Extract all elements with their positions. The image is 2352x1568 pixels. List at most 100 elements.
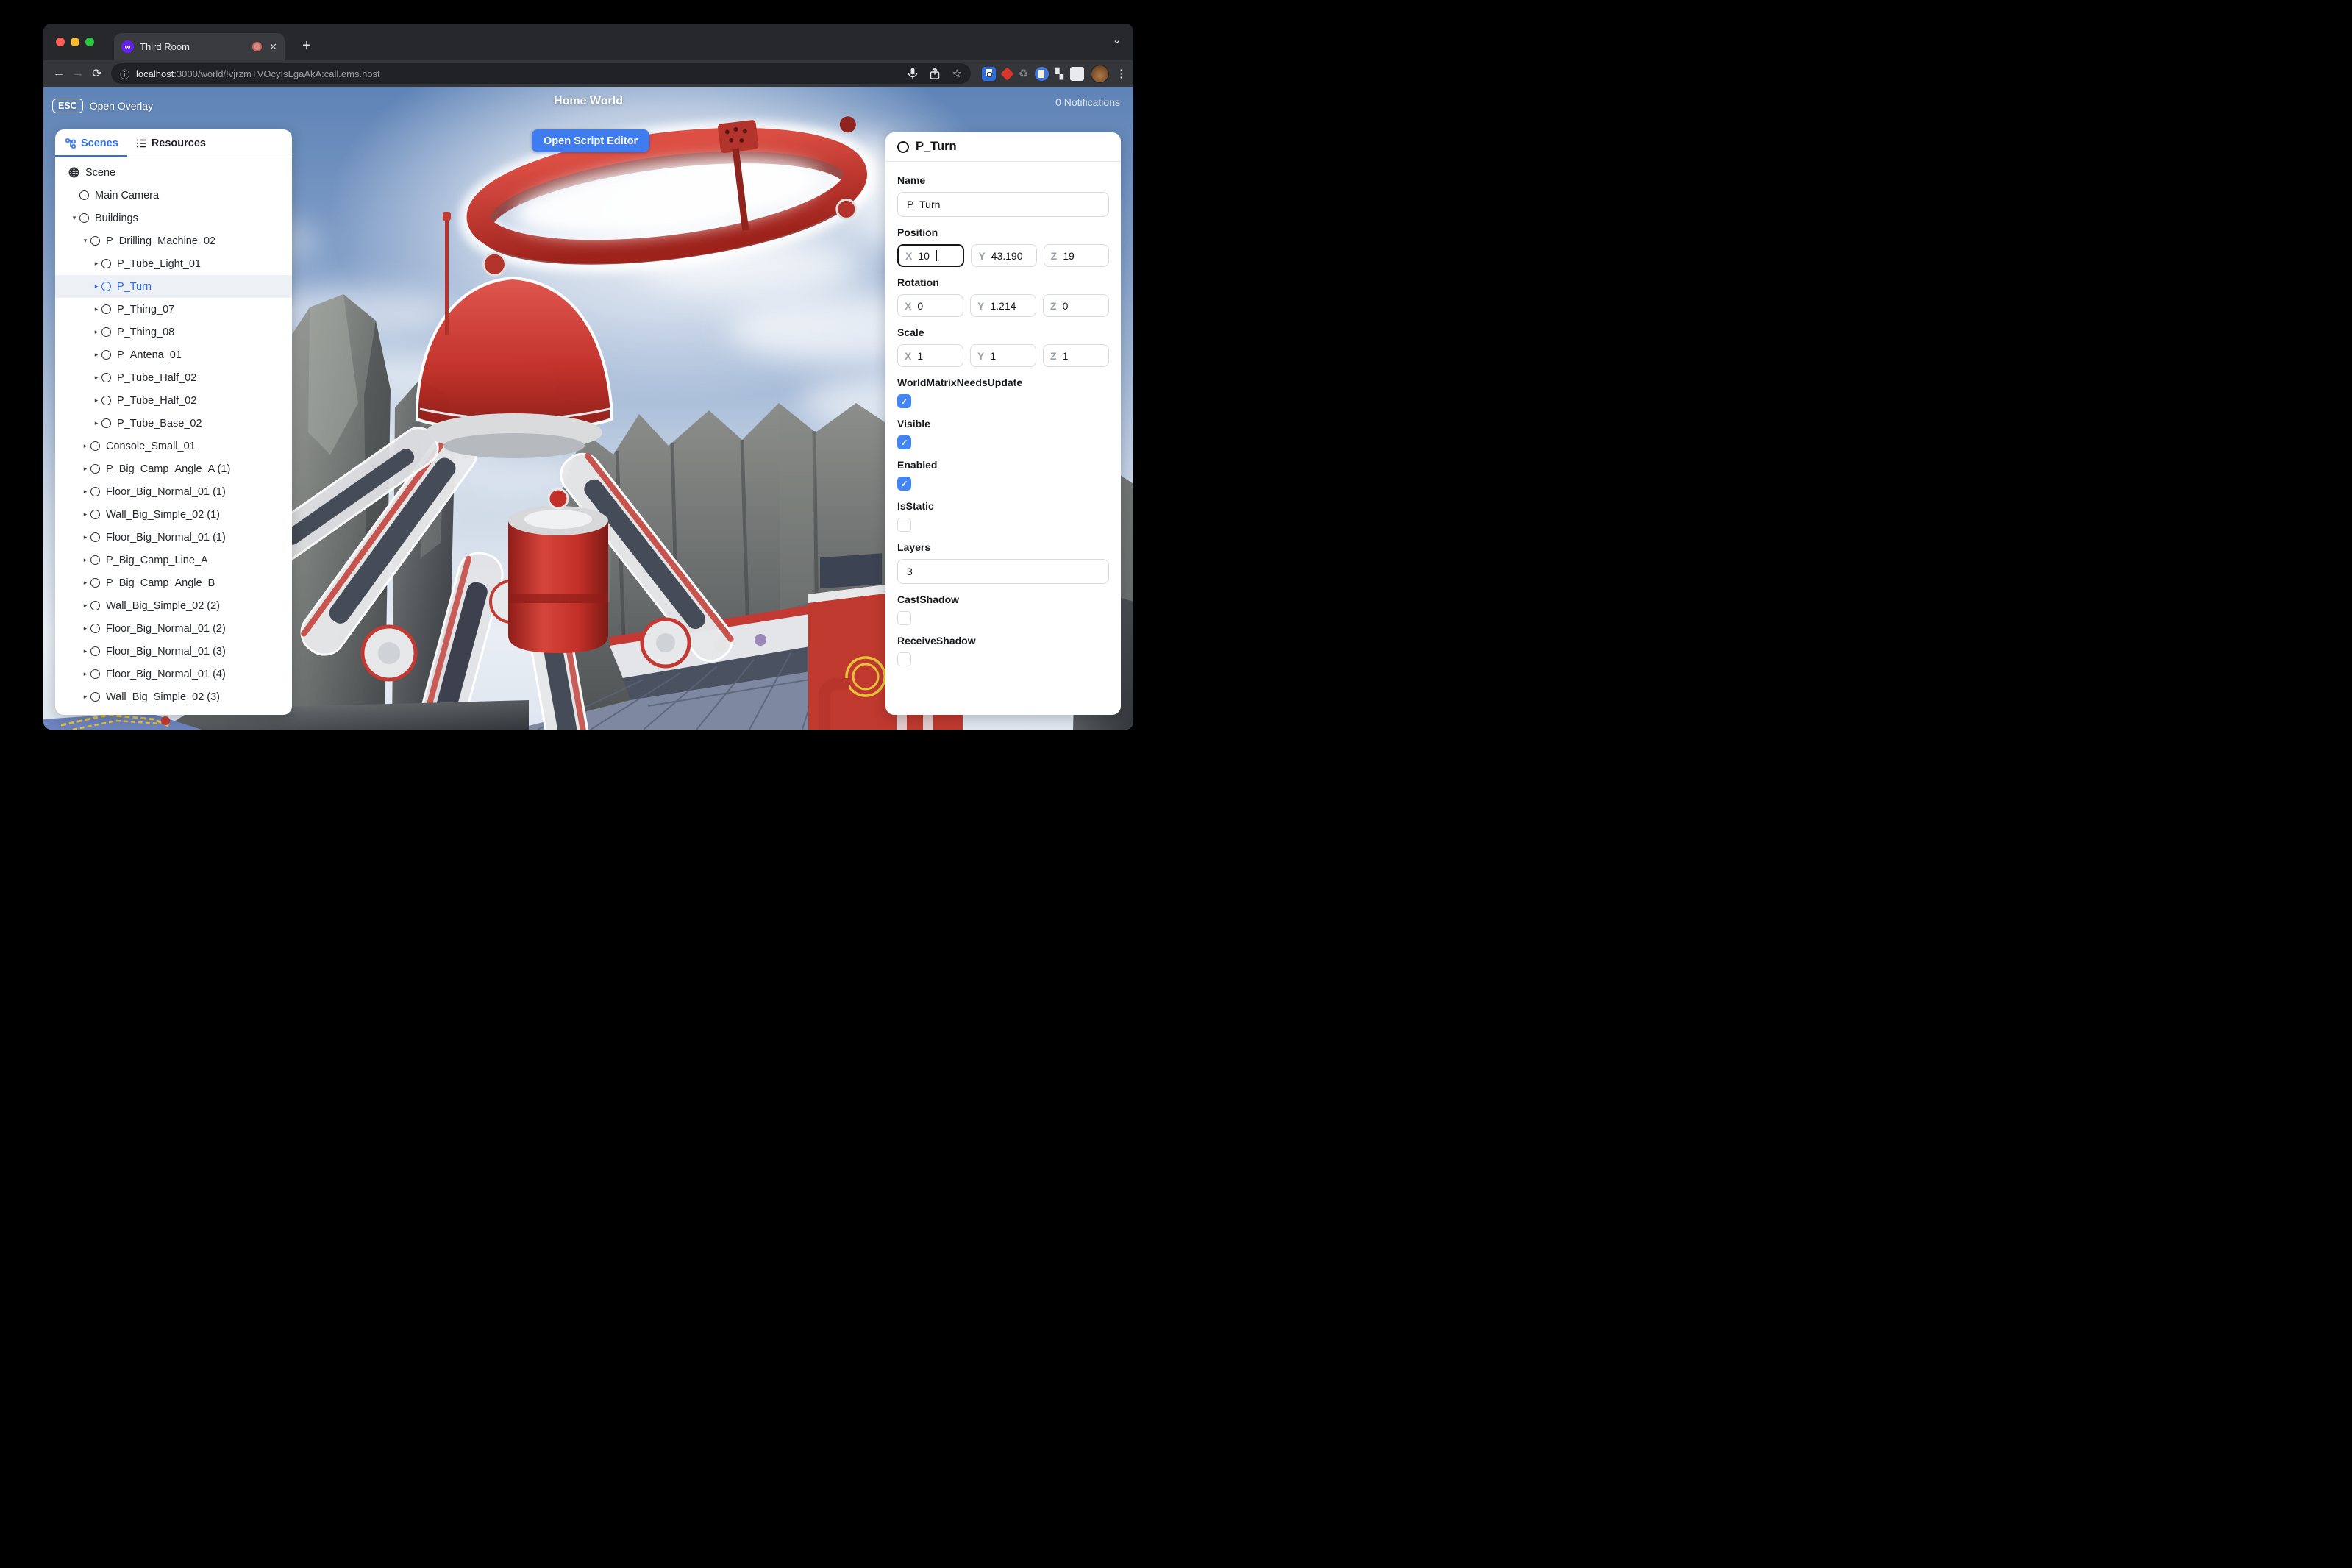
rotation-x-input[interactable]: X0 — [897, 294, 963, 317]
caret-right-icon[interactable]: ▸ — [80, 533, 90, 541]
caret-right-icon[interactable]: ▸ — [91, 351, 101, 359]
caret-right-icon[interactable]: ▸ — [80, 647, 90, 655]
caret-right-icon[interactable]: ▸ — [91, 328, 101, 336]
caret-right-icon[interactable]: ▸ — [80, 510, 90, 518]
sidebar-toggle-icon[interactable] — [1070, 66, 1084, 81]
tree-item-p-big-camp-angle-a-1-[interactable]: ▸ P_Big_Camp_Angle_A (1) — [55, 457, 292, 480]
tab-close-icon[interactable]: ✕ — [269, 41, 277, 53]
address-bar[interactable]: ⓘ localhost:3000/world/!vjrzmTVOcyIsLgaA… — [111, 63, 971, 84]
open-script-editor-button[interactable]: Open Script Editor — [532, 129, 650, 152]
axis-label: Z — [1050, 249, 1058, 262]
enabled-checkbox[interactable]: ✓ — [897, 477, 911, 491]
caret-right-icon[interactable]: ▸ — [91, 419, 101, 427]
caret-right-icon[interactable]: ▸ — [80, 602, 90, 610]
microphone-icon[interactable] — [908, 68, 918, 79]
axis-value: 1 — [917, 349, 924, 362]
browser-menu-icon[interactable]: ⋮ — [1116, 67, 1127, 80]
tree-item-p-tube-half-02[interactable]: ▸ P_Tube_Half_02 — [55, 366, 292, 389]
tree-item-p-tube-half-02[interactable]: ▸ P_Tube_Half_02 — [55, 389, 292, 412]
position-x-input[interactable]: X 10 — [897, 244, 965, 267]
window-minimize-button[interactable] — [71, 38, 79, 46]
worldmatrixneedsupdate-checkbox[interactable]: ✓ — [897, 394, 911, 408]
reload-button[interactable]: ⟳ — [88, 64, 107, 83]
tree-item-p-turn[interactable]: ▸ P_Turn — [55, 275, 292, 298]
receiveshadow-checkbox[interactable] — [897, 652, 911, 666]
layers-input[interactable]: 3 — [897, 559, 1109, 584]
tree-item-p-tube-base-02[interactable]: ▸ P_Tube_Base_02 — [55, 412, 292, 435]
bitwarden-extension-icon[interactable] — [981, 66, 996, 81]
caret-right-icon[interactable]: ▸ — [80, 579, 90, 587]
tree-item-p-thing-07[interactable]: ▸ P_Thing_07 — [55, 298, 292, 321]
red-extension-icon[interactable] — [1000, 66, 1014, 81]
tree-item-wall-big-simple-02-2-[interactable]: ▸ Wall_Big_Simple_02 (2) — [55, 594, 292, 617]
node-icon — [90, 441, 100, 451]
text-cursor — [936, 250, 938, 261]
rotation-y-input[interactable]: Y 1.214 — [970, 294, 1036, 317]
scale-z-input[interactable]: Z1 — [1043, 344, 1109, 367]
new-tab-button[interactable]: + — [296, 35, 317, 56]
caret-right-icon[interactable]: ▸ — [80, 442, 90, 450]
tree-item-p-thing-08[interactable]: ▸ P_Thing_08 — [55, 321, 292, 343]
back-button[interactable]: ← — [49, 64, 68, 83]
tree-item-p-big-camp-line-a[interactable]: ▸ P_Big_Camp_Line_A — [55, 549, 292, 571]
name-input[interactable]: P_Turn — [897, 192, 1109, 217]
caret-down-icon[interactable]: ▾ — [69, 214, 79, 222]
browser-tab[interactable]: ∞ Third Room ✕ — [114, 33, 285, 60]
caret-right-icon[interactable]: ▸ — [80, 693, 90, 701]
viewport-3d[interactable]: ESC Open Overlay Home World 0 Notificati… — [43, 87, 1133, 730]
tree-item-label: Main Camera — [95, 189, 160, 202]
caret-right-icon[interactable]: ▸ — [91, 396, 101, 405]
tree-item-wall-big-simple-02-1-[interactable]: ▸ Wall_Big_Simple_02 (1) — [55, 503, 292, 526]
tab-search-chevron-icon[interactable]: ⌄ — [1112, 33, 1122, 46]
scale-y-input[interactable]: Y1 — [970, 344, 1036, 367]
tree-item-scene[interactable]: ▸Scene — [55, 161, 292, 184]
tree-item-floor-big-normal-01-3-[interactable]: ▸ Floor_Big_Normal_01 (3) — [55, 640, 292, 663]
caret-right-icon[interactable]: ▸ — [80, 624, 90, 632]
tree-item-p-drilling-machine-02[interactable]: ▾ P_Drilling_Machine_02 — [55, 229, 292, 252]
window-zoom-button[interactable] — [85, 38, 94, 46]
tree-item-floor-big-normal-01-2-[interactable]: ▸ Floor_Big_Normal_01 (2) — [55, 617, 292, 640]
caret-right-icon[interactable]: ▸ — [80, 465, 90, 473]
doc-extension-icon[interactable] — [1035, 66, 1050, 81]
site-info-icon[interactable]: ⓘ — [120, 67, 129, 81]
caret-right-icon[interactable]: ▸ — [91, 282, 101, 291]
tree-item-floor-big-normal-01-4-[interactable]: ▸ Floor_Big_Normal_01 (4) — [55, 663, 292, 685]
recycle-extension-icon[interactable]: ♻ — [1019, 67, 1028, 80]
caret-right-icon[interactable]: ▸ — [91, 374, 101, 382]
caret-right-icon[interactable]: ▸ — [80, 670, 90, 678]
tree-item-floor-big-normal-01-1-[interactable]: ▸ Floor_Big_Normal_01 (1) — [55, 526, 292, 549]
rotation-z-input[interactable]: Z0 — [1043, 294, 1109, 317]
caret-right-icon[interactable]: ▸ — [80, 556, 90, 564]
caret-right-icon[interactable]: ▸ — [80, 488, 90, 496]
castshadow-checkbox[interactable] — [897, 611, 911, 625]
caret-right-icon[interactable]: ▸ — [91, 305, 101, 313]
position-z-input[interactable]: Z 19 — [1043, 244, 1109, 267]
caret-down-icon[interactable]: ▾ — [80, 237, 90, 245]
isstatic-checkbox[interactable] — [897, 518, 911, 532]
tree-item-main-camera[interactable]: ▸Main Camera — [55, 184, 292, 207]
caret-right-icon[interactable]: ▸ — [91, 260, 101, 268]
bookmark-star-icon[interactable]: ☆ — [952, 67, 961, 80]
tab-resources[interactable]: Resources — [136, 129, 206, 157]
tree-item-p-big-camp-angle-b[interactable]: ▸ P_Big_Camp_Angle_B — [55, 571, 292, 594]
tree-item-buildings[interactable]: ▾ Buildings — [55, 207, 292, 229]
tree-item-p-antena-01[interactable]: ▸ P_Antena_01 — [55, 343, 292, 366]
position-y-input[interactable]: Y 43.190 — [971, 244, 1037, 267]
tree-item-floor-big-normal-01-1-[interactable]: ▸ Floor_Big_Normal_01 (1) — [55, 480, 292, 503]
profile-avatar[interactable] — [1091, 64, 1109, 83]
forward-button[interactable]: → — [68, 64, 88, 83]
visible-checkbox[interactable]: ✓ — [897, 435, 911, 449]
tree-item-label: P_Tube_Half_02 — [117, 394, 197, 407]
node-icon — [79, 213, 89, 223]
share-icon[interactable] — [930, 68, 940, 79]
enabled-label: Enabled — [897, 459, 938, 471]
tree-item-console-small-01[interactable]: ▸ Console_Small_01 — [55, 435, 292, 457]
extensions-puzzle-icon[interactable]: ▚ — [1055, 68, 1063, 80]
tab-scenes[interactable]: Scenes — [55, 129, 127, 157]
window-close-button[interactable] — [56, 38, 65, 46]
axis-label: Y — [977, 299, 985, 312]
scale-x-input[interactable]: X1 — [897, 344, 963, 367]
tree-item-p-tube-light-01[interactable]: ▸ P_Tube_Light_01 — [55, 252, 292, 275]
notifications-status[interactable]: 0 Notifications — [1055, 96, 1120, 108]
tree-item-wall-big-simple-02-3-[interactable]: ▸ Wall_Big_Simple_02 (3) — [55, 685, 292, 708]
